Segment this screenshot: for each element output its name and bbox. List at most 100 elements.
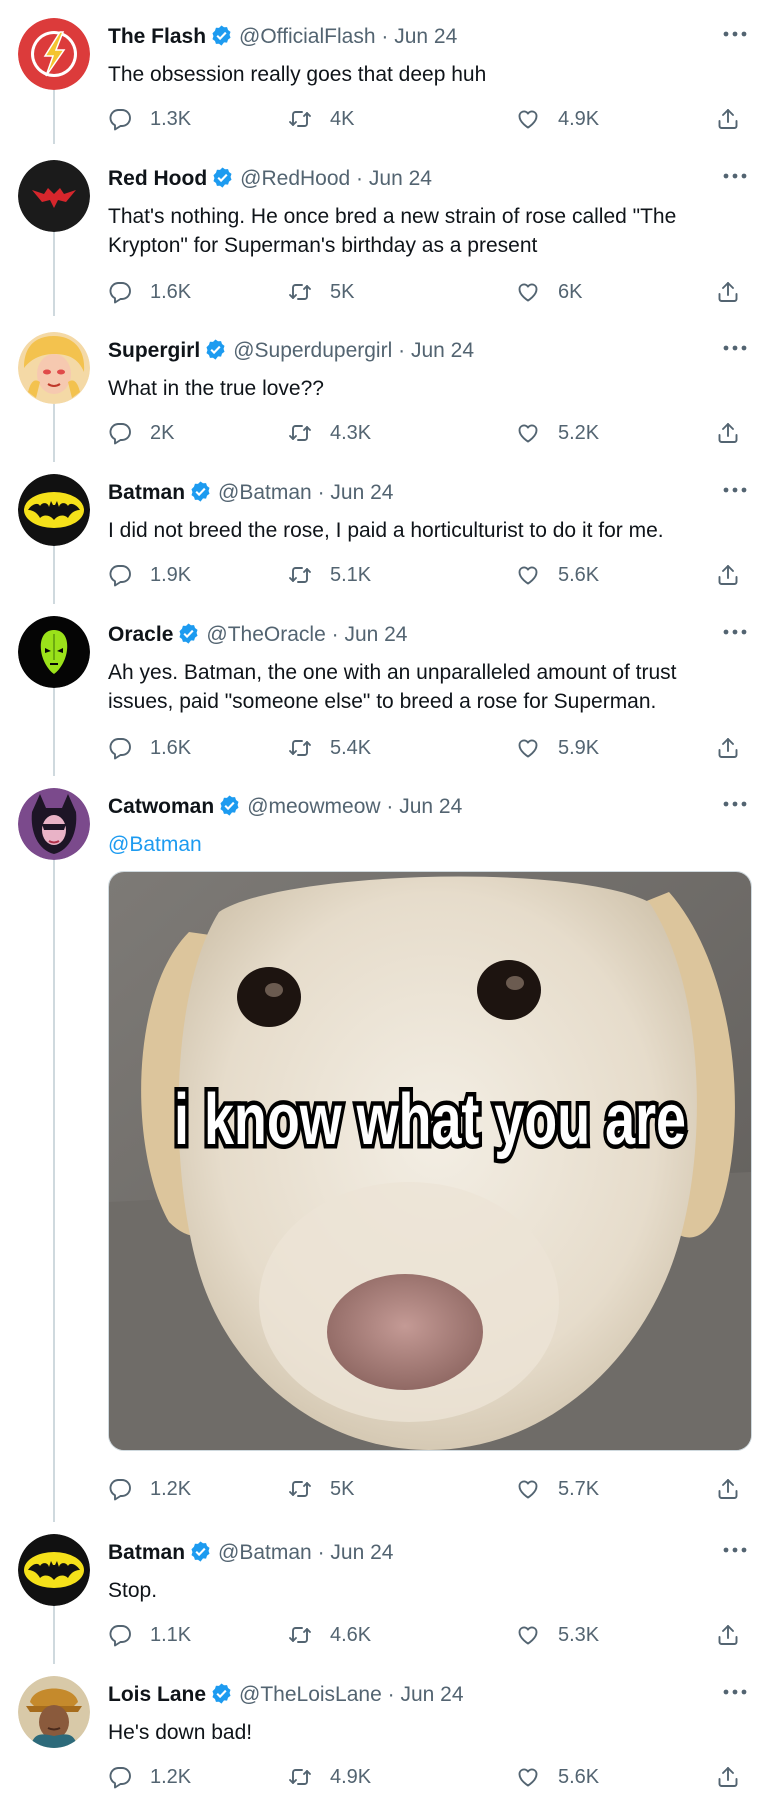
reply-button[interactable]: 1.2K [108, 1762, 191, 1792]
timestamp[interactable]: Jun 24 [344, 623, 407, 646]
share-button[interactable] [716, 104, 740, 134]
flash-logo-icon [18, 18, 90, 90]
display-name[interactable]: Batman [108, 1541, 185, 1564]
timestamp[interactable]: Jun 24 [369, 167, 432, 190]
retweet-button[interactable]: 5.1K [288, 560, 371, 590]
share-button[interactable] [716, 560, 740, 590]
display-name[interactable]: The Flash [108, 25, 206, 48]
reply-count: 1.2K [150, 1477, 192, 1500]
handle[interactable]: @Superdupergirl [233, 339, 392, 362]
reply-count: 1.3K [150, 107, 192, 130]
retweet-button[interactable]: 4.3K [288, 418, 371, 448]
like-count: 4.9K [558, 107, 600, 130]
more-options-icon[interactable] [722, 799, 748, 809]
retweet-count: 4.9K [330, 1765, 372, 1788]
timestamp[interactable]: Jun 24 [400, 1683, 463, 1706]
handle[interactable]: @Batman [218, 481, 312, 504]
retweet-icon [289, 1481, 311, 1497]
reply-button[interactable]: 1.6K [108, 277, 191, 307]
timestamp[interactable]: Jun 24 [399, 795, 462, 818]
like-button[interactable]: 6K [516, 277, 582, 307]
tweet-text-line: The obsession really goes that deep huh [108, 63, 487, 86]
reply-button[interactable]: 1.3K [108, 104, 191, 134]
more-options-icon[interactable] [722, 485, 748, 495]
retweet-button[interactable]: 4.9K [288, 1762, 371, 1792]
avatar[interactable] [18, 474, 90, 546]
like-button[interactable]: 5.6K [516, 1762, 599, 1792]
retweet-icon [289, 567, 311, 583]
share-button[interactable] [716, 1474, 740, 1504]
avatar[interactable] [18, 332, 90, 404]
tweet[interactable]: Oracle @TheOracle · Jun 24 Ah yes. Batman… [0, 598, 768, 768]
display-name[interactable]: Catwoman [108, 795, 214, 818]
display-name[interactable]: Supergirl [108, 339, 200, 362]
display-name[interactable]: Red Hood [108, 167, 207, 190]
tweet[interactable]: Lois Lane @TheLoisLane · Jun 24 He's down… [0, 1658, 768, 1794]
reply-count: 1.2K [150, 1765, 192, 1788]
avatar[interactable] [18, 1676, 90, 1748]
retweet-button[interactable]: 5K [288, 277, 354, 307]
share-icon [718, 1479, 738, 1499]
share-button[interactable] [716, 1762, 740, 1792]
like-button[interactable]: 5.2K [516, 418, 599, 448]
handle[interactable]: @meowmeow [247, 795, 380, 818]
tweet[interactable]: Batman @Batman · Jun 24 I did not breed t… [0, 456, 768, 596]
avatar[interactable] [18, 1534, 90, 1606]
handle[interactable]: @TheOracle [206, 623, 325, 646]
handle[interactable]: @TheLoisLane [239, 1683, 382, 1706]
avatar[interactable] [18, 160, 90, 232]
like-button[interactable]: 5.6K [516, 560, 599, 590]
share-button[interactable] [716, 1620, 740, 1650]
lois-lane-portrait-icon [18, 1676, 90, 1748]
display-name[interactable]: Batman [108, 481, 185, 504]
retweet-button[interactable]: 5.4K [288, 733, 371, 763]
timestamp[interactable]: Jun 24 [330, 481, 393, 504]
handle[interactable]: @OfficialFlash [239, 25, 375, 48]
more-options-icon[interactable] [722, 627, 748, 637]
reply-button[interactable]: 1.9K [108, 560, 191, 590]
tweet[interactable]: Supergirl @Superdupergirl · Jun 24 What i… [0, 314, 768, 454]
display-name[interactable]: Lois Lane [108, 1683, 206, 1706]
like-button[interactable]: 4.9K [516, 104, 599, 134]
share-icon [718, 109, 738, 129]
reply-button[interactable]: 1.2K [108, 1474, 191, 1504]
avatar[interactable] [18, 616, 90, 688]
like-button[interactable]: 5.7K [516, 1474, 599, 1504]
timestamp[interactable]: Jun 24 [330, 1541, 393, 1564]
timestamp[interactable]: Jun 24 [411, 339, 474, 362]
retweet-button[interactable]: 5K [288, 1474, 354, 1504]
share-button[interactable] [716, 277, 740, 307]
retweet-button[interactable]: 4.6K [288, 1620, 371, 1650]
retweet-button[interactable]: 4K [288, 104, 354, 134]
avatar[interactable] [18, 18, 90, 90]
display-name[interactable]: Oracle [108, 623, 173, 646]
like-button[interactable]: 5.9K [516, 733, 599, 763]
more-options-icon[interactable] [722, 171, 748, 181]
reply-button[interactable]: 1.6K [108, 733, 191, 763]
more-options-icon[interactable] [722, 1545, 748, 1555]
reply-icon [109, 109, 131, 131]
handle[interactable]: @RedHood [240, 167, 350, 190]
tweet[interactable]: Red Hood @RedHood · Jun 24 That's nothing… [0, 142, 768, 312]
avatar[interactable] [18, 788, 90, 860]
reply-button[interactable]: 1.1K [108, 1620, 191, 1650]
heart-icon [518, 1768, 538, 1787]
more-options-icon[interactable] [722, 29, 748, 39]
tweet-text: I did not breed the rose, I paid a horti… [108, 516, 738, 545]
like-count: 5.9K [558, 736, 600, 759]
like-count: 5.6K [558, 563, 600, 586]
mention-link[interactable]: @Batman [108, 830, 738, 859]
timestamp[interactable]: Jun 24 [394, 25, 457, 48]
reply-button[interactable]: 2K [108, 418, 174, 448]
share-icon [718, 282, 738, 302]
tweet[interactable]: Batman @Batman · Jun 24 Stop. 1.1K 4.6K 5… [0, 1516, 768, 1656]
more-options-icon[interactable] [722, 343, 748, 353]
tweet-media-image[interactable]: i know what you are [108, 871, 752, 1451]
tweet[interactable]: The Flash @OfficialFlash · Jun 24 The obs… [0, 0, 768, 160]
like-button[interactable]: 5.3K [516, 1620, 599, 1650]
handle[interactable]: @Batman [218, 1541, 312, 1564]
retweet-icon [289, 284, 311, 300]
more-options-icon[interactable] [722, 1687, 748, 1697]
share-button[interactable] [716, 418, 740, 448]
share-button[interactable] [716, 733, 740, 763]
